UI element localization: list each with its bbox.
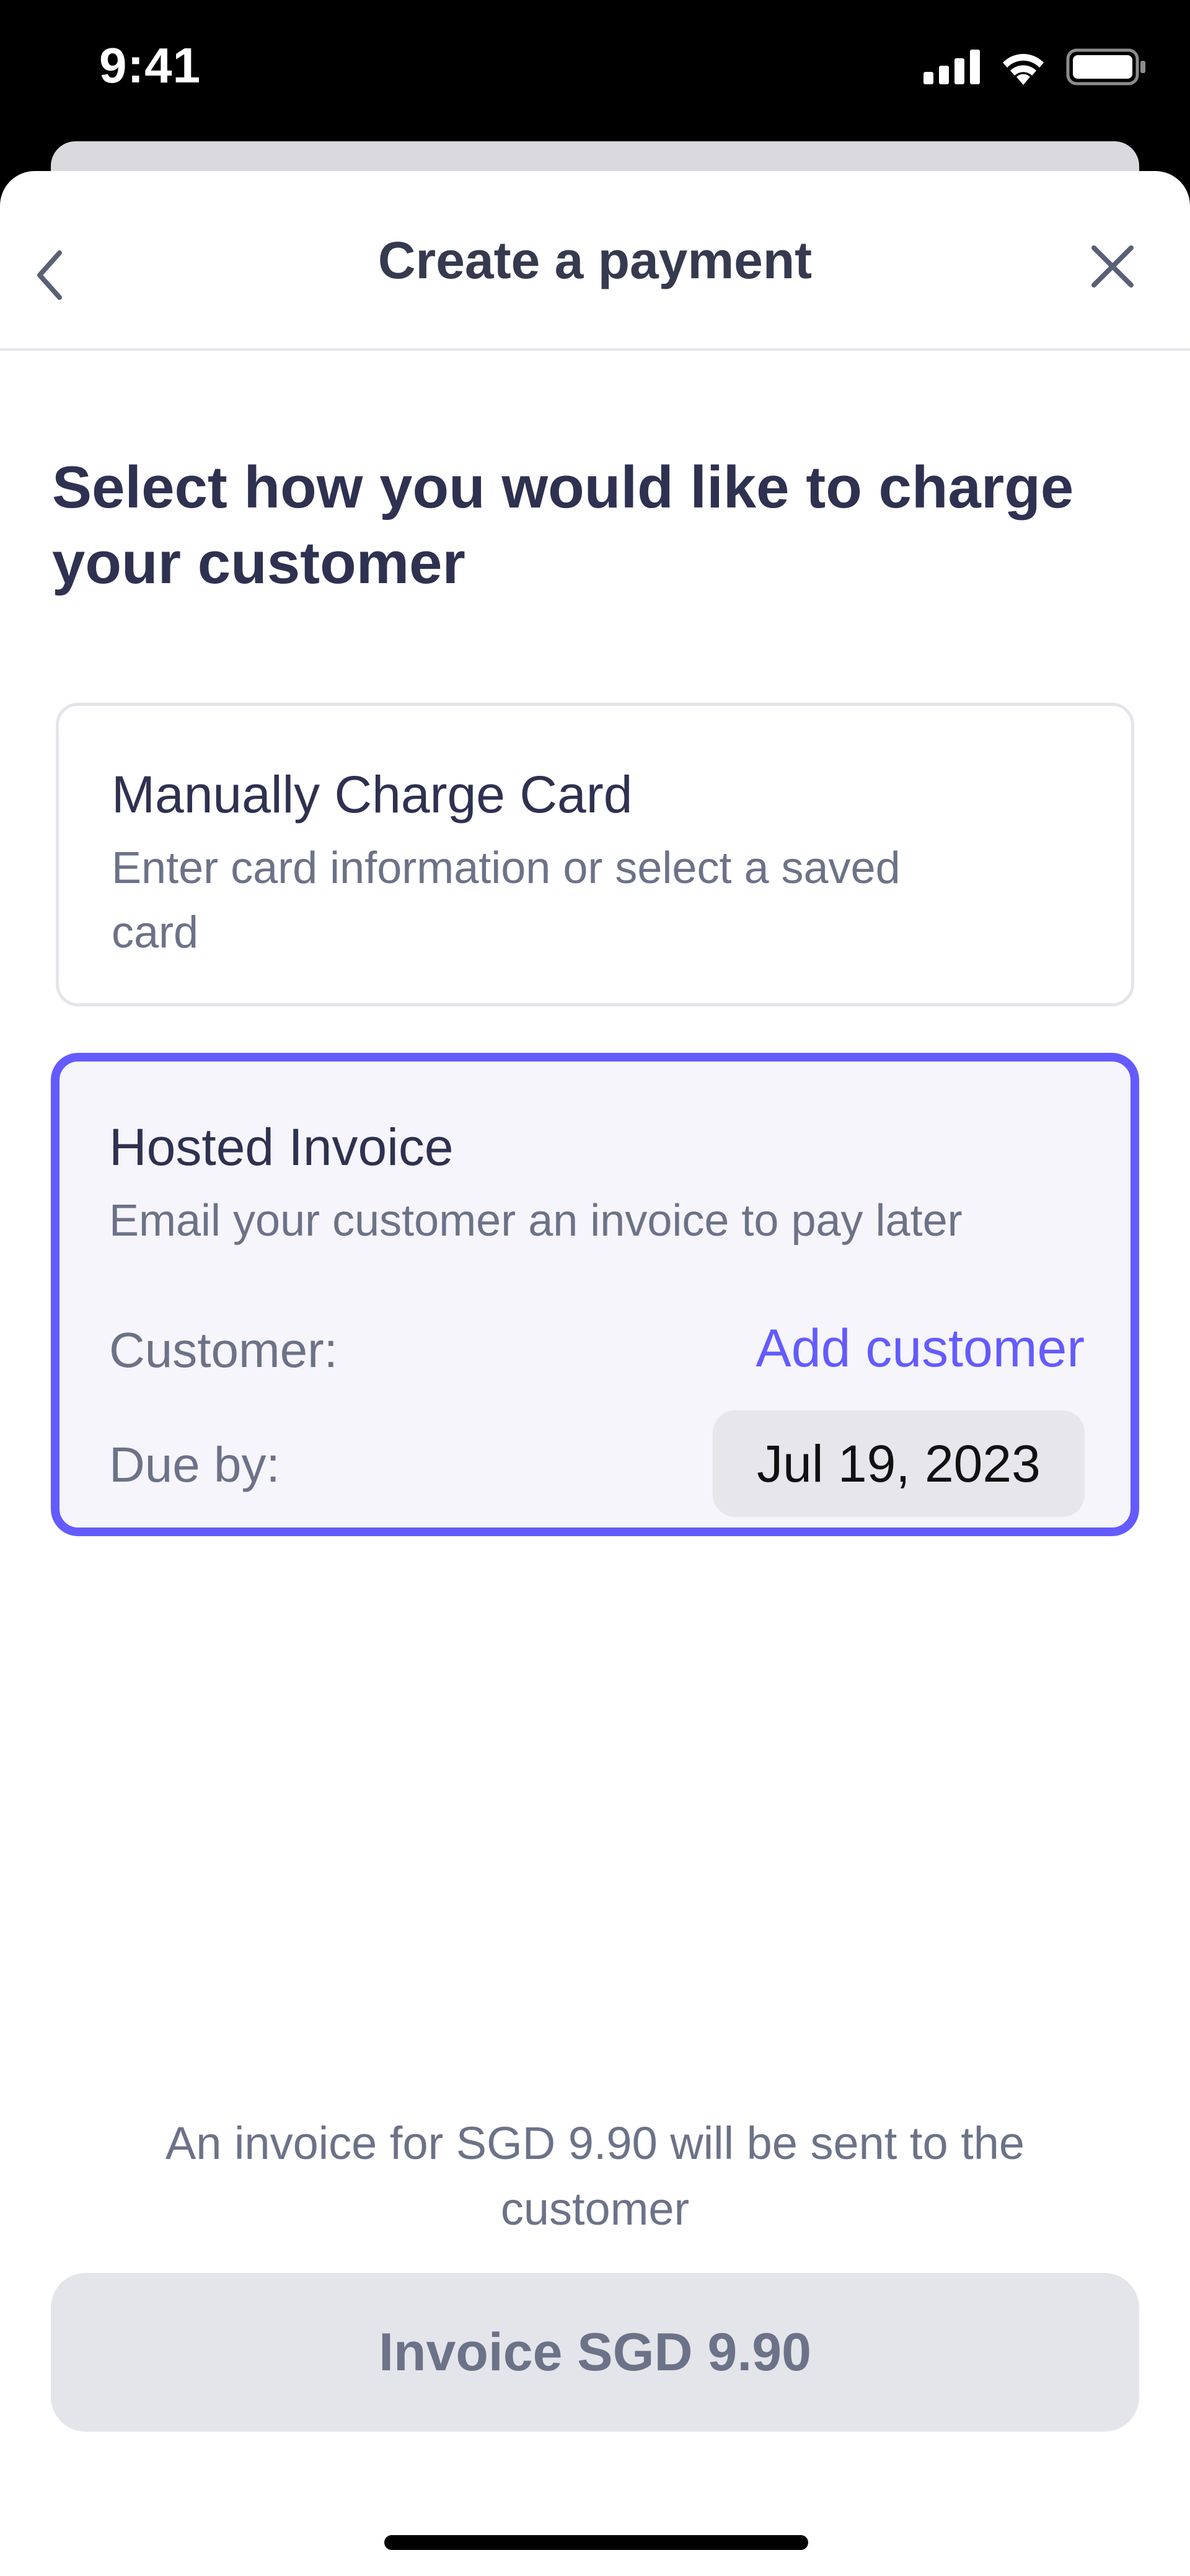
add-customer-link[interactable]: Add customer — [756, 1318, 1085, 1379]
sheet-header: Create a payment — [0, 171, 1190, 351]
option-title: Hosted Invoice — [109, 1118, 454, 1176]
status-icons — [923, 48, 1147, 86]
charge-method-heading: Select how you would like to charge your… — [52, 454, 1074, 596]
option-title: Manually Charge Card — [112, 765, 633, 824]
option-description: Enter card information or select a saved… — [112, 843, 901, 957]
customer-label: Customer: — [109, 1322, 338, 1378]
page-title: Create a payment — [377, 231, 813, 289]
option-description: Email your customer an invoice to pay la… — [109, 1196, 963, 1246]
close-button[interactable] — [1078, 231, 1147, 305]
status-bar: 9:41 — [0, 0, 1190, 143]
wifi-icon — [999, 49, 1047, 85]
manual-charge-card-option[interactable]: Manually Charge Card Enter card informat… — [56, 703, 1134, 1006]
invoice-button[interactable]: Invoice SGD 9.90 — [51, 2273, 1139, 2432]
close-icon — [1090, 244, 1135, 292]
invoice-note: An invoice for SGD 9.90 will be sent to … — [165, 2117, 1025, 2235]
battery-icon — [1066, 48, 1147, 86]
cellular-signal-icon — [923, 50, 981, 84]
due-by-label: Due by: — [109, 1437, 280, 1492]
status-time: 9:41 — [99, 38, 201, 93]
hosted-invoice-option[interactable]: Hosted Invoice Email your customer an in… — [51, 1053, 1139, 1536]
due-date-picker[interactable]: Jul 19, 2023 — [713, 1410, 1085, 1517]
payment-sheet: Create a payment Select how you would li… — [0, 171, 1190, 2576]
home-indicator — [384, 2535, 808, 2550]
